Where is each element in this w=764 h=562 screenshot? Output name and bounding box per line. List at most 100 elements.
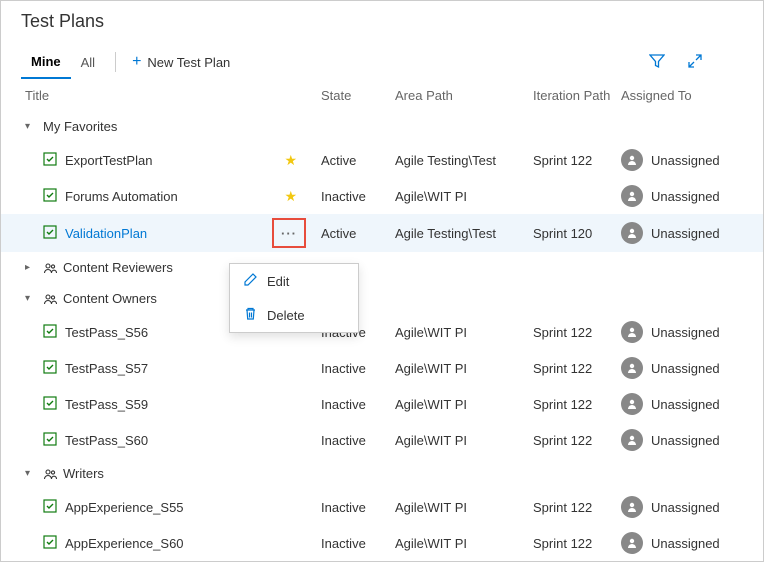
people-icon: [43, 467, 57, 481]
page-title: Test Plans: [21, 11, 743, 32]
col-iteration[interactable]: Iteration Path: [533, 88, 621, 103]
people-icon: [43, 292, 57, 306]
tab-all[interactable]: All: [71, 47, 105, 78]
star-icon[interactable]: ★: [284, 188, 297, 205]
assigned-label: Unassigned: [651, 226, 720, 241]
menu-delete[interactable]: Delete: [230, 298, 358, 332]
star-icon[interactable]: ★: [284, 152, 297, 169]
row-assigned: Unassigned: [621, 185, 764, 207]
toolbar-divider: [115, 52, 116, 72]
menu-delete-label: Delete: [267, 308, 305, 323]
row-iteration: Sprint 122: [533, 397, 621, 412]
row-state: Inactive: [321, 397, 395, 412]
avatar: [621, 357, 643, 379]
row-state: Inactive: [321, 536, 395, 551]
row-state: Inactive: [321, 500, 395, 515]
col-assigned[interactable]: Assigned To: [621, 88, 764, 103]
row-area: Agile Testing\Test: [395, 226, 533, 241]
col-area[interactable]: Area Path: [395, 88, 533, 103]
row-assigned: Unassigned: [621, 321, 764, 343]
more-actions-button[interactable]: ···: [275, 221, 303, 245]
row-assigned: Unassigned: [621, 149, 764, 171]
row-iteration: Sprint 122: [533, 361, 621, 376]
tab-mine[interactable]: Mine: [21, 46, 71, 79]
table-row[interactable]: Forums Automation ★ Inactive Agile\WIT P…: [1, 178, 763, 214]
column-headers: Title State Area Path Iteration Path Ass…: [1, 80, 763, 111]
row-area: Agile Testing\Test: [395, 153, 533, 168]
group-label: Content Reviewers: [63, 260, 173, 275]
row-title: Forums Automation: [65, 189, 178, 204]
assigned-label: Unassigned: [651, 361, 720, 376]
table-row[interactable]: TestPass_S56 Inactive Agile\WIT PI Sprin…: [1, 314, 763, 350]
menu-edit-label: Edit: [267, 274, 289, 289]
row-area: Agile\WIT PI: [395, 500, 533, 515]
group-label: Content Owners: [63, 291, 157, 306]
row-title: TestPass_S57: [65, 361, 148, 376]
menu-edit[interactable]: Edit: [230, 264, 358, 298]
table-row[interactable]: TestPass_S57 Inactive Agile\WIT PI Sprin…: [1, 350, 763, 386]
plus-icon: +: [132, 53, 141, 71]
avatar: [621, 321, 643, 343]
test-plan-icon: [43, 535, 57, 552]
row-iteration: Sprint 122: [533, 433, 621, 448]
group-writers[interactable]: ▾ Writers: [1, 458, 763, 489]
assigned-label: Unassigned: [651, 153, 720, 168]
col-state[interactable]: State: [321, 88, 395, 103]
row-iteration: Sprint 120: [533, 226, 621, 241]
row-iteration: Sprint 122: [533, 500, 621, 515]
col-title[interactable]: Title: [25, 88, 321, 103]
avatar: [621, 222, 643, 244]
row-iteration: Sprint 122: [533, 153, 621, 168]
table-row[interactable]: ValidationPlan ··· Active Agile Testing\…: [1, 214, 763, 252]
group-content-reviewers[interactable]: ▸ Content Reviewers: [1, 252, 763, 283]
avatar: [621, 149, 643, 171]
row-area: Agile\WIT PI: [395, 325, 533, 340]
row-iteration: Sprint 122: [533, 536, 621, 551]
avatar: [621, 429, 643, 451]
avatar: [621, 185, 643, 207]
row-title: ExportTestPlan: [65, 153, 152, 168]
row-assigned: Unassigned: [621, 496, 764, 518]
group-label: Writers: [63, 466, 104, 481]
assigned-label: Unassigned: [651, 500, 720, 515]
assigned-label: Unassigned: [651, 433, 720, 448]
table-row[interactable]: TestPass_S60 Inactive Agile\WIT PI Sprin…: [1, 422, 763, 458]
row-assigned: Unassigned: [621, 532, 764, 554]
test-plan-icon: [43, 360, 57, 377]
assigned-label: Unassigned: [651, 325, 720, 340]
row-title: AppExperience_S55: [65, 500, 184, 515]
pencil-icon: [244, 273, 257, 289]
row-area: Agile\WIT PI: [395, 433, 533, 448]
new-test-plan-label: New Test Plan: [147, 55, 230, 70]
new-test-plan-button[interactable]: + New Test Plan: [126, 49, 236, 75]
test-plan-icon: [43, 188, 57, 205]
row-state: Active: [321, 226, 395, 241]
test-plan-icon: [43, 225, 57, 242]
avatar: [621, 496, 643, 518]
group-my-favorites[interactable]: ▾ My Favorites: [1, 111, 763, 142]
row-iteration: Sprint 122: [533, 325, 621, 340]
table-row[interactable]: AppExperience_S55 Inactive Agile\WIT PI …: [1, 489, 763, 525]
row-assigned: Unassigned: [621, 357, 764, 379]
group-label: My Favorites: [43, 119, 117, 134]
expand-icon[interactable]: [687, 53, 703, 72]
test-plan-icon: [43, 396, 57, 413]
context-menu: Edit Delete: [229, 263, 359, 333]
table-row[interactable]: ExportTestPlan ★ Active Agile Testing\Te…: [1, 142, 763, 178]
table-row[interactable]: TestPass_S59 Inactive Agile\WIT PI Sprin…: [1, 386, 763, 422]
chevron-down-icon: ▾: [25, 468, 37, 479]
row-area: Agile\WIT PI: [395, 536, 533, 551]
table-row[interactable]: AppExperience_S60 Inactive Agile\WIT PI …: [1, 525, 763, 561]
test-plan-icon: [43, 499, 57, 516]
avatar: [621, 532, 643, 554]
filter-icon[interactable]: [649, 53, 665, 72]
chevron-down-icon: ▾: [25, 293, 37, 304]
row-area: Agile\WIT PI: [395, 397, 533, 412]
assigned-label: Unassigned: [651, 189, 720, 204]
group-content-owners[interactable]: ▾ Content Owners: [1, 283, 763, 314]
trash-icon: [244, 307, 257, 323]
row-title: ValidationPlan: [65, 226, 147, 241]
people-icon: [43, 261, 57, 275]
chevron-down-icon: ▾: [25, 121, 37, 132]
row-state: Inactive: [321, 361, 395, 376]
